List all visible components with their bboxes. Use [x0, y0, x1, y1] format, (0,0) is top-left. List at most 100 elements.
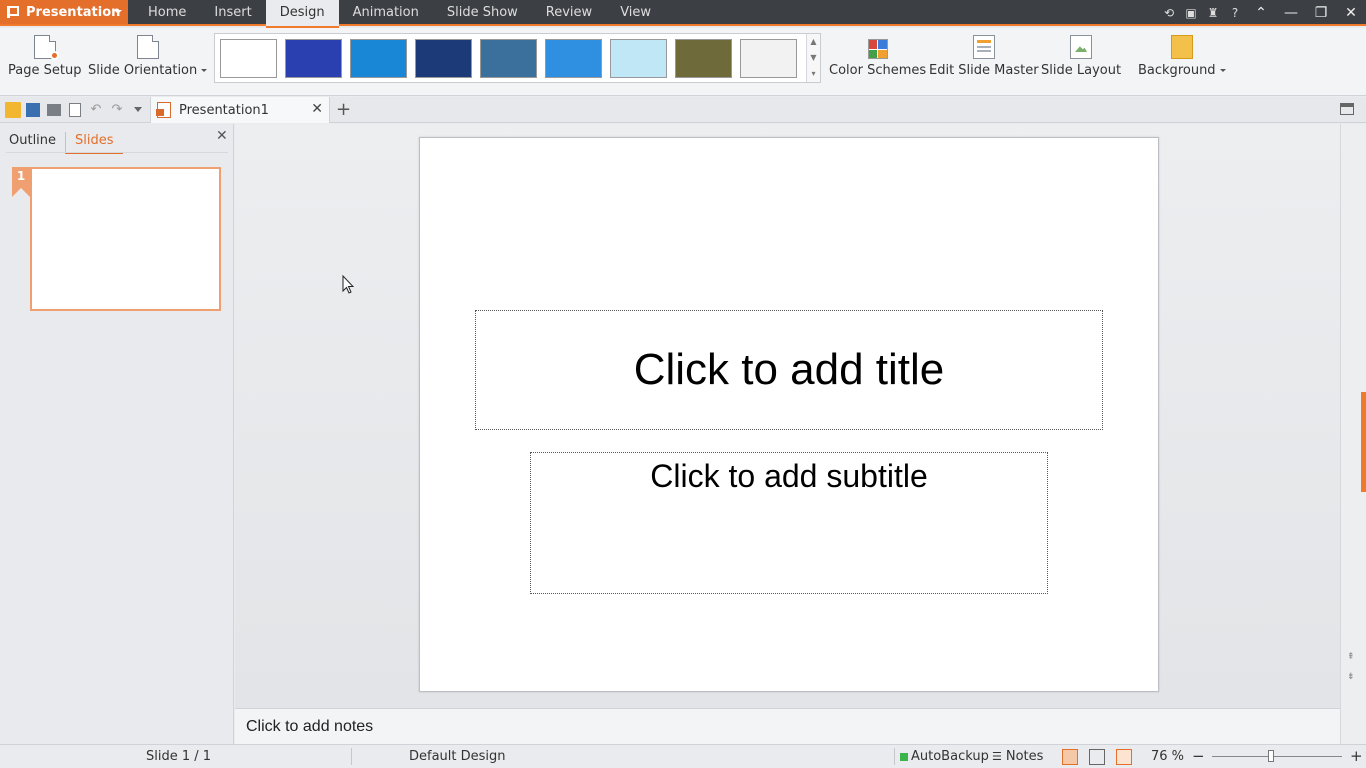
gallery-expand-icon[interactable]: ▾	[807, 66, 820, 82]
mouse-cursor-icon	[342, 275, 354, 294]
slides-pane: Outline Slides ✕ 1	[0, 124, 234, 744]
menu-tab-view[interactable]: View	[606, 0, 665, 26]
status-divider	[894, 748, 895, 765]
background-label: Background	[1138, 63, 1216, 78]
help-icon[interactable]: ?	[1224, 0, 1246, 26]
pane-tabs: Outline Slides	[0, 132, 123, 154]
menu-tab-review[interactable]: Review	[532, 0, 606, 26]
skin-icon[interactable]: ▣	[1180, 0, 1202, 26]
gallery-down-icon[interactable]: ▼	[807, 50, 820, 66]
print-icon[interactable]	[47, 104, 61, 116]
status-bar: Slide 1 / 1 Default Design AutoBackup ☰ N…	[0, 744, 1366, 768]
edit-slide-master-label: Edit Slide Master	[929, 63, 1039, 78]
task-pane-toggle[interactable]	[1361, 392, 1366, 492]
gallery-scroll[interactable]: ▲ ▼ ▾	[806, 34, 820, 82]
redo-icon[interactable]: ↷	[109, 102, 125, 118]
save-icon[interactable]	[26, 103, 40, 117]
notes-pane[interactable]: Click to add notes	[235, 708, 1340, 744]
customize-toolbar-icon[interactable]	[134, 107, 142, 112]
shirt-icon[interactable]: ♜	[1202, 0, 1224, 26]
close-pane-icon[interactable]: ✕	[216, 128, 228, 144]
slide-canvas: Click to add title Click to add subtitle	[235, 124, 1340, 708]
edit-slide-master-button[interactable]: Edit Slide Master	[929, 28, 1039, 94]
gallery-up-icon[interactable]: ▲	[807, 34, 820, 50]
slide-orientation-icon	[136, 35, 159, 59]
new-tab-button[interactable]: +	[336, 99, 351, 120]
dropdown-arrow-icon	[201, 69, 208, 72]
dropdown-arrow-icon	[1219, 69, 1226, 72]
notes-label: Notes	[1005, 749, 1044, 764]
slide-thumbnail[interactable]	[30, 167, 221, 311]
design-thumbnail[interactable]	[415, 39, 472, 78]
zoom-slider-thumb[interactable]	[1267, 750, 1274, 762]
restore-button[interactable]: ❐	[1306, 0, 1336, 26]
background-button[interactable]: Background	[1138, 28, 1226, 94]
menu-bar: Presentation Home Insert Design Animation Sl…	[0, 0, 1366, 28]
design-thumbnail[interactable]	[610, 39, 667, 78]
design-thumbnail[interactable]	[350, 39, 407, 78]
zoom-slider-track[interactable]	[1212, 756, 1342, 757]
zoom-in-button[interactable]: +	[1350, 745, 1363, 768]
menu-tab-design[interactable]: Design	[265, 0, 339, 28]
slide-layout-button[interactable]: Slide Layout	[1041, 28, 1121, 94]
close-window-button[interactable]: ✕	[1336, 0, 1366, 26]
page-setup-button[interactable]: Page Setup	[8, 28, 81, 94]
design-thumbnail[interactable]	[740, 39, 797, 78]
window-controls: ⟲ ▣ ♜ ? ⌃ — ❐ ✕	[1158, 0, 1366, 26]
previous-slide-icon[interactable]: ⇞	[1347, 652, 1355, 662]
next-slide-icon[interactable]: ⇟	[1347, 672, 1355, 682]
menu-tab-animation[interactable]: Animation	[339, 0, 433, 26]
autobackup-button[interactable]: AutoBackup	[900, 745, 989, 768]
menu-tabs: Home Insert Design Animation Slide Show Revie…	[134, 0, 665, 28]
print-preview-icon[interactable]	[69, 103, 81, 117]
design-ribbon: Page Setup Slide Orientation ▲ ▼ ▾ Color…	[0, 28, 1366, 96]
quick-access-toolbar: ↶ ↷ Presentation1 ✕ +	[0, 97, 1366, 123]
menu-tab-insert[interactable]: Insert	[200, 0, 265, 26]
slide-layout-label: Slide Layout	[1041, 63, 1122, 78]
design-name[interactable]: Default Design	[409, 745, 506, 768]
slide-counter: Slide 1 / 1	[146, 749, 212, 764]
sync-icon[interactable]: ⟲	[1158, 0, 1180, 26]
design-thumbnail[interactable]	[220, 39, 277, 78]
zoom-level[interactable]: 76 %	[1151, 745, 1184, 768]
design-thumbnail[interactable]	[545, 39, 602, 78]
slideshow-view-icon[interactable]	[1116, 749, 1132, 765]
menu-tab-slide-show[interactable]: Slide Show	[433, 0, 532, 26]
normal-view-icon[interactable]	[1062, 749, 1078, 765]
color-schemes-button[interactable]: Color Schemes	[829, 28, 926, 94]
slide-sorter-view-icon[interactable]	[1089, 749, 1105, 765]
slide-number-badge: 1	[12, 167, 30, 197]
notes-icon: ☰	[992, 750, 1002, 763]
slide-orientation-button[interactable]: Slide Orientation	[88, 28, 208, 94]
close-tab-icon[interactable]: ✕	[311, 101, 323, 117]
app-menu-button[interactable]: Presentation	[0, 0, 128, 24]
subtitle-placeholder[interactable]: Click to add subtitle	[530, 452, 1048, 594]
open-folder-icon[interactable]	[5, 102, 21, 118]
color-schemes-icon	[867, 39, 888, 59]
menu-tab-home[interactable]: Home	[134, 0, 200, 26]
notes-toggle[interactable]: ☰ Notes	[992, 745, 1043, 768]
presentation-file-icon	[156, 102, 171, 118]
pane-tab-outline[interactable]: Outline	[0, 132, 65, 154]
autobackup-label: AutoBackup	[911, 749, 989, 764]
slide-layout-icon	[1070, 35, 1093, 59]
minimize-button[interactable]: —	[1276, 0, 1306, 26]
title-placeholder[interactable]: Click to add title	[475, 310, 1103, 430]
page-setup-icon	[33, 35, 59, 60]
design-thumbnail[interactable]	[675, 39, 732, 78]
page-setup-label: Page Setup	[8, 63, 82, 78]
collapse-ribbon-icon[interactable]: ⌃	[1246, 0, 1276, 26]
slide-orientation-label: Slide Orientation	[88, 63, 198, 78]
current-slide[interactable]: Click to add title Click to add subtitle	[419, 137, 1159, 692]
document-tab[interactable]: Presentation1 ✕	[150, 97, 330, 123]
tab-menu-icon[interactable]	[1340, 103, 1354, 115]
document-tab-title: Presentation1	[179, 102, 269, 118]
undo-icon[interactable]: ↶	[88, 102, 104, 118]
color-schemes-label: Color Schemes	[829, 63, 927, 78]
pane-divider	[6, 152, 228, 153]
design-thumbnail[interactable]	[285, 39, 342, 78]
design-thumbnail[interactable]	[480, 39, 537, 78]
zoom-out-button[interactable]: −	[1192, 745, 1205, 768]
pane-tab-slides[interactable]: Slides	[65, 132, 123, 154]
app-name: Presentation	[26, 4, 121, 20]
